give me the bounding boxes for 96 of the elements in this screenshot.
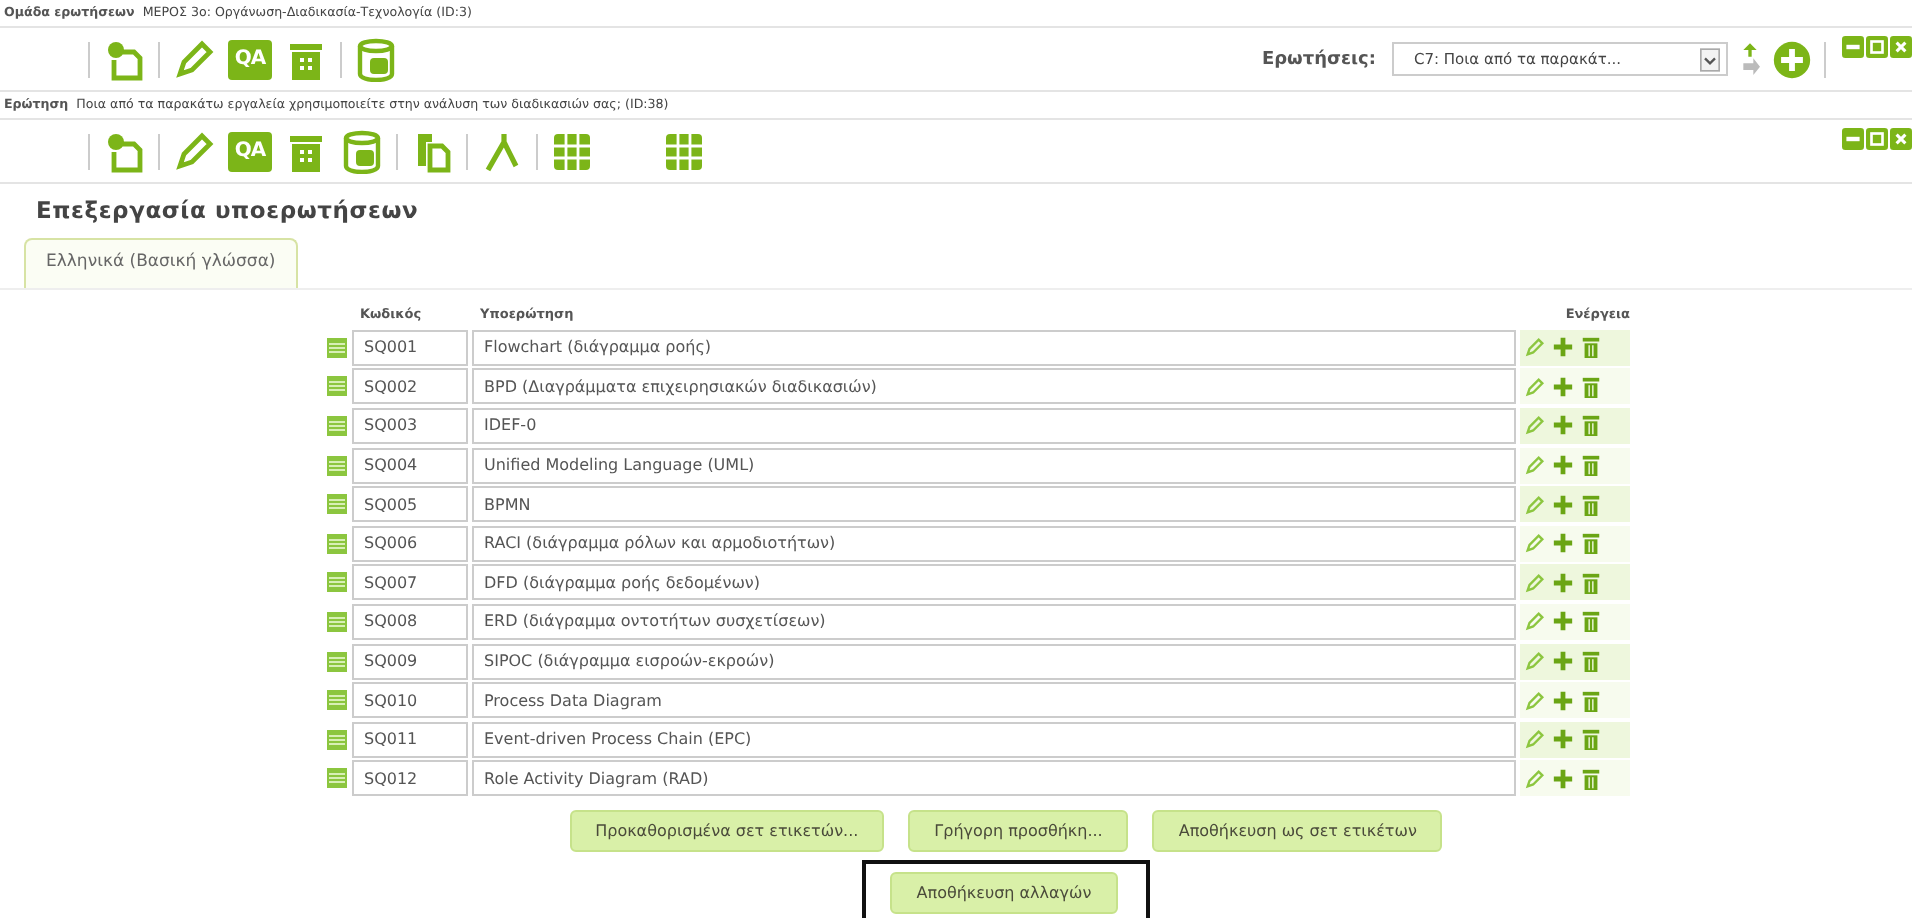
subquestion-field[interactable]: BPD (Διαγράμματα επιχειρησιακών διαδικασιών) — [472, 368, 1516, 405]
dropdown-icon — [1700, 47, 1720, 71]
trash-icon[interactable] — [1580, 650, 1602, 673]
subquestion-field[interactable]: IDEF-0 — [472, 407, 1516, 444]
maximize-icon[interactable] — [1866, 128, 1888, 150]
subquestion-field[interactable]: BPMN — [472, 486, 1516, 523]
pencil-icon[interactable] — [1524, 375, 1546, 398]
add-icon[interactable] — [1552, 532, 1574, 555]
pencil-icon[interactable] — [1524, 767, 1546, 790]
drag-handle-icon[interactable] — [326, 768, 348, 789]
add-icon[interactable] — [1552, 414, 1574, 437]
subquestion-field[interactable]: SIPOC (διάγραμμα εισροών-εκροών) — [472, 643, 1516, 680]
pencil-icon[interactable] — [1524, 571, 1546, 594]
add-icon[interactable] — [1552, 336, 1574, 359]
maximize-icon[interactable] — [1866, 36, 1888, 58]
subquestion-field[interactable]: DFD (διάγραμμα ροής δεδομένων) — [472, 564, 1516, 601]
save-button[interactable]: Αποθήκευση αλλαγών — [890, 872, 1118, 915]
code-field[interactable]: SQ001 — [352, 329, 468, 366]
code-field[interactable]: SQ011 — [352, 721, 468, 758]
grid-icon[interactable] — [550, 129, 594, 173]
new-page-icon[interactable] — [102, 37, 146, 81]
code-field[interactable]: SQ010 — [352, 682, 468, 719]
add-icon[interactable] — [1552, 610, 1574, 633]
action-button[interactable]: Γρήγορη προσθήκη... — [908, 810, 1129, 853]
pencil-icon[interactable] — [1524, 532, 1546, 555]
subquestion-field[interactable]: Process Data Diagram — [472, 682, 1516, 719]
add-icon[interactable] — [1772, 39, 1812, 79]
pencil-icon[interactable] — [1524, 414, 1546, 437]
pencil-icon[interactable] — [172, 37, 216, 81]
minimize-icon[interactable] — [1842, 128, 1864, 150]
drag-handle-icon[interactable] — [326, 572, 348, 593]
drag-handle-icon[interactable] — [326, 533, 348, 554]
code-field[interactable]: SQ005 — [352, 486, 468, 523]
drag-handle-icon[interactable] — [326, 337, 348, 358]
code-field[interactable]: SQ003 — [352, 407, 468, 444]
minimize-icon[interactable] — [1842, 36, 1864, 58]
drag-handle-icon[interactable] — [326, 729, 348, 750]
subquestion-field[interactable]: Unified Modeling Language (UML) — [472, 447, 1516, 484]
pencil-icon[interactable] — [1524, 689, 1546, 712]
trash-icon[interactable] — [1580, 689, 1602, 712]
code-field[interactable]: SQ004 — [352, 447, 468, 484]
code-field[interactable]: SQ009 — [352, 643, 468, 680]
code-field[interactable]: SQ006 — [352, 525, 468, 562]
subquestion-field[interactable]: Event-driven Process Chain (EPC) — [472, 721, 1516, 758]
add-icon[interactable] — [1552, 571, 1574, 594]
drag-handle-icon[interactable] — [326, 690, 348, 711]
add-icon[interactable] — [1552, 375, 1574, 398]
pencil-icon[interactable] — [172, 129, 216, 173]
add-icon[interactable] — [1552, 767, 1574, 790]
add-icon[interactable] — [1552, 493, 1574, 516]
close-icon[interactable] — [1890, 36, 1912, 58]
add-icon[interactable] — [1552, 689, 1574, 712]
language-tab[interactable]: Ελληνικά (Βασική γλώσσα) — [24, 238, 298, 288]
grid-icon[interactable] — [662, 129, 706, 173]
add-icon[interactable] — [1552, 650, 1574, 673]
trash-icon[interactable] — [1580, 375, 1602, 398]
trash-icon[interactable] — [1580, 532, 1602, 555]
action-button[interactable]: Αποθήκευση ως σετ ετικέτων — [1152, 810, 1443, 853]
drag-handle-icon[interactable] — [326, 455, 348, 476]
trash-icon[interactable] — [1580, 493, 1602, 516]
drag-handle-icon[interactable] — [326, 611, 348, 632]
subquestion-field[interactable]: Role Activity Diagram (RAD) — [472, 760, 1516, 797]
code-field[interactable]: SQ008 — [352, 603, 468, 640]
add-icon[interactable] — [1552, 454, 1574, 477]
trash-icon[interactable] — [1580, 767, 1602, 790]
section-heading: Επεξεργασία υποερωτήσεων — [36, 196, 421, 228]
action-button[interactable]: Προκαθορισμένα σετ ετικετών... — [569, 810, 885, 853]
trash-icon[interactable] — [1580, 571, 1602, 594]
code-field[interactable]: SQ002 — [352, 368, 468, 405]
new-page-icon[interactable] — [102, 129, 146, 173]
pencil-icon[interactable] — [1524, 728, 1546, 751]
subquestion-field[interactable]: ERD (διάγραμμα οντοτήτων συσχετίσεων) — [472, 603, 1516, 640]
drag-handle-icon[interactable] — [326, 494, 348, 515]
trash-icon[interactable] — [1580, 414, 1602, 437]
subquestion-field[interactable]: RACI (διάγραμμα ρόλων και αρμοδιοτήτων) — [472, 525, 1516, 562]
pencil-icon[interactable] — [1524, 454, 1546, 477]
trash-icon[interactable] — [1580, 728, 1602, 751]
close-icon[interactable] — [1890, 128, 1912, 150]
drag-handle-icon[interactable] — [326, 415, 348, 436]
add-icon[interactable] — [1552, 728, 1574, 751]
trash-icon[interactable] — [1580, 336, 1602, 359]
code-field[interactable]: SQ007 — [352, 564, 468, 601]
trash-icon[interactable] — [1580, 610, 1602, 633]
code-field[interactable]: SQ012 — [352, 760, 468, 797]
questions-label: Ερωτήσεις: — [1261, 49, 1376, 69]
trash-icon[interactable] — [1580, 454, 1602, 477]
branch-icon[interactable] — [480, 129, 524, 173]
pencil-icon[interactable] — [1524, 650, 1546, 673]
drag-handle-icon[interactable] — [326, 376, 348, 397]
pencil-icon[interactable] — [1524, 610, 1546, 633]
subquestion-field[interactable]: Flowchart (διάγραμμα ροής) — [472, 329, 1516, 366]
drag-handle-icon[interactable] — [326, 651, 348, 672]
database-icon[interactable] — [354, 37, 398, 81]
pencil-icon[interactable] — [1524, 493, 1546, 516]
database-icon[interactable] — [340, 129, 384, 173]
pencil-icon[interactable] — [1524, 336, 1546, 359]
